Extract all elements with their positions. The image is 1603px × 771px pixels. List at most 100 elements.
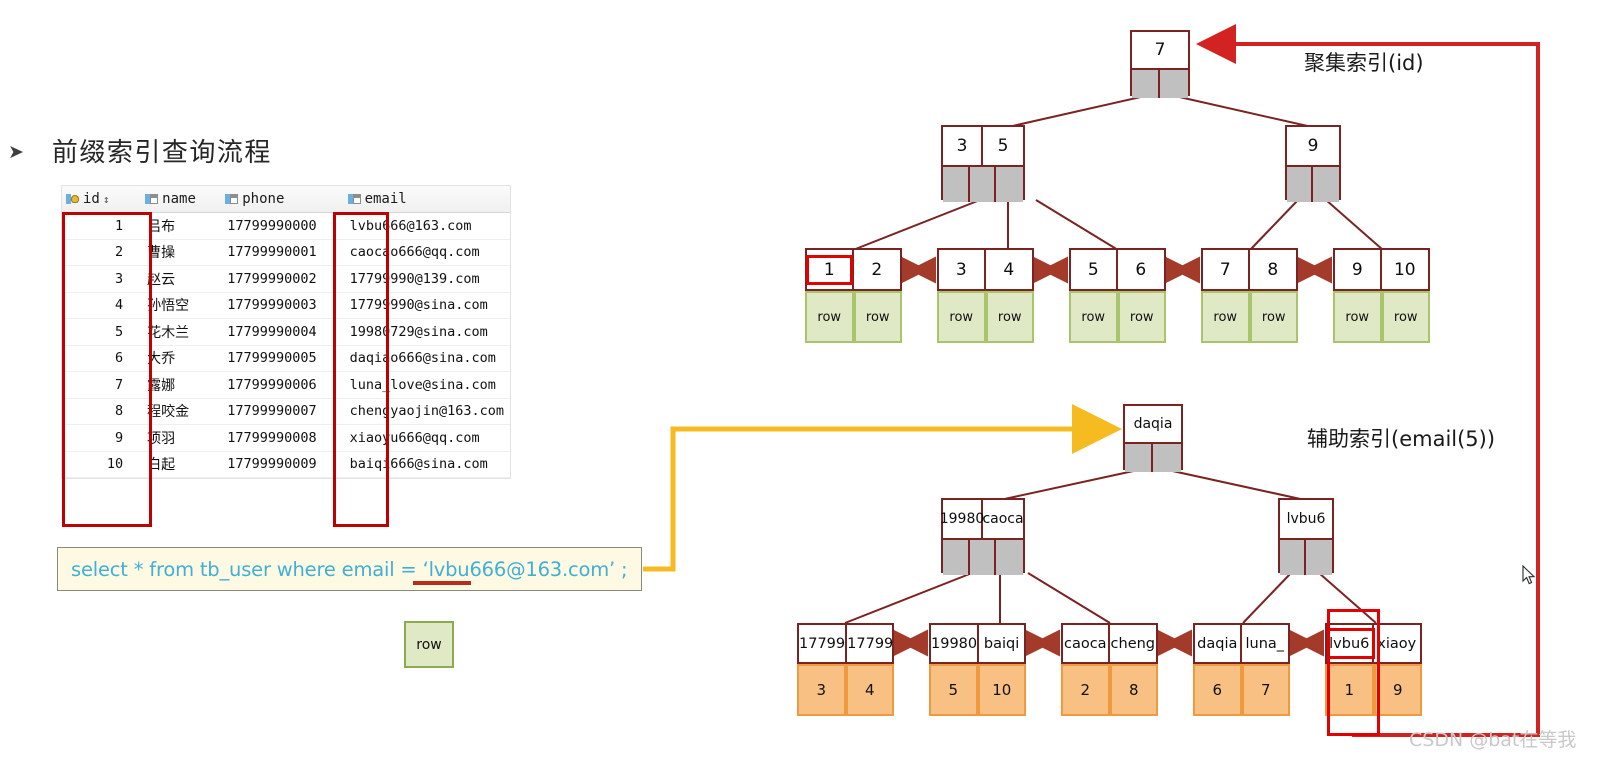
cell-id: 6	[62, 345, 142, 372]
leaf-key: 10	[1393, 259, 1416, 280]
table-row[interactable]: 3 赵云 17799990002 17799990@139.com	[62, 265, 510, 293]
internal-left-keys: 3 5	[943, 127, 1023, 165]
leaf-key: 3	[939, 250, 986, 289]
secondary-leaf-3: daqia luna_ 6 7	[1193, 623, 1290, 716]
cell-id: 7	[62, 371, 142, 399]
clustered-leaf-0: 1 2 row row	[805, 248, 902, 343]
cell-name: 孙悟空	[141, 292, 222, 319]
leaf-key: 17799	[799, 625, 848, 662]
user-data-table: id ↕ name phone email 1 吕布 17799990000 lvbu6…	[62, 186, 510, 478]
standalone-row-box: row	[404, 621, 454, 668]
leaf-rows: 2 8	[1061, 664, 1158, 716]
watermark: CSDN @bat在等我	[1409, 729, 1577, 751]
table-col-email[interactable]: email	[343, 186, 510, 213]
cell-name: 曹操	[141, 239, 222, 266]
cell-name: 吕布	[141, 212, 222, 240]
table-row[interactable]: 8 程咬金 17799990007 chengyaojin@163.com	[62, 398, 510, 425]
table-body: 1 吕布 17799990000 lvbu666@163.com 2 曹操 1779999…	[62, 212, 510, 478]
cell-phone: 17799990008	[221, 424, 344, 452]
table-col-name[interactable]: name	[141, 186, 222, 213]
leaf-keys: 1 2	[805, 248, 902, 291]
leaf-keys: 3 4	[937, 248, 1034, 291]
leaf-keys: 17799 17799	[797, 623, 894, 664]
sql-query-box: select * from tb_user where email = ‘lvb…	[57, 547, 642, 591]
leaf-row-cell: row	[853, 291, 902, 343]
cell-phone: 17799990005	[221, 345, 344, 372]
leaf-key: 1	[807, 250, 854, 289]
column-icon	[347, 193, 361, 205]
cell-id: 4	[62, 292, 142, 319]
cell-name: 项羽	[141, 424, 222, 452]
cell-phone: 17799990001	[221, 239, 344, 266]
leaf-keys: 9 10	[1333, 248, 1430, 291]
clustered-index-label: 聚集索引(id)	[1304, 51, 1424, 75]
leaf-rowid-cell: 4	[845, 664, 894, 716]
table-col-id[interactable]: id ↕	[62, 186, 142, 213]
leaf-row-cell: row	[1249, 291, 1298, 343]
leaf-row-cell: row	[805, 291, 854, 343]
page-title: ➤ 前缀索引查询流程	[8, 132, 272, 169]
leaf-key: caoca	[1063, 625, 1110, 662]
leaf-rowid-cell: 5	[929, 664, 978, 716]
pointer-cell	[1287, 167, 1313, 202]
internal-left-pointers	[943, 165, 1023, 202]
secondary-internal-right-keys: lvbu6	[1280, 500, 1332, 538]
cell-name: 花木兰	[141, 318, 222, 346]
leaf-key: daqia	[1195, 625, 1242, 662]
secondary-leaf-2: caoca cheng 2 8	[1061, 623, 1158, 716]
table-row[interactable]: 4 孙悟空 17799990003 17799990@sina.com	[62, 292, 510, 319]
cell-email: luna_love@sina.com	[343, 371, 510, 399]
table-row[interactable]: 1 吕布 17799990000 lvbu666@163.com	[62, 212, 510, 240]
cell-email: chengyaojin@163.com	[343, 398, 510, 425]
column-icon	[225, 193, 239, 205]
pointer-cell	[996, 540, 1023, 575]
clustered-internal-node-right: 9	[1285, 125, 1341, 202]
secondary-internal-node-left: 19980 caoca	[940, 498, 1025, 575]
secondary-internal-left-keys: 19980 caoca	[940, 500, 1024, 538]
table-row[interactable]: 5 花木兰 17799990004 19980729@sina.com	[62, 318, 510, 346]
query-to-secondary-arrow	[643, 404, 1122, 572]
pointer-cell	[943, 167, 970, 202]
cell-id: 1	[62, 212, 142, 240]
secondary-leaf-0: 17799 17799 3 4	[797, 623, 894, 716]
pointer-cell	[969, 167, 997, 202]
sort-arrow-icon[interactable]: ↕	[103, 193, 110, 206]
page-title-text: 前缀索引查询流程	[51, 138, 272, 168]
leaf-key: 6	[1135, 259, 1147, 280]
secondary-index-label: 辅助索引(email(5))	[1307, 427, 1496, 451]
leaf-key: baiqi	[983, 635, 1020, 652]
cell-email: 17799990@139.com	[343, 265, 510, 293]
leaf-keys: 19980 baiqi	[929, 623, 1026, 664]
pointer-cell	[1125, 444, 1153, 472]
leaf-rows: row row	[1201, 291, 1298, 343]
table-row[interactable]: 7 露娜 17799990006 luna_love@sina.com	[62, 371, 510, 399]
internal-left-key-0: 3	[943, 127, 983, 165]
cell-phone: 17799990000	[221, 212, 344, 240]
leaf-rowid-cell: 9	[1373, 664, 1422, 716]
leaf-key: 7	[1203, 250, 1250, 289]
cell-name: 赵云	[141, 265, 222, 293]
secondary-internal-left-key-1: caoca	[982, 511, 1024, 527]
sql-query-text: select * from tb_user where email = ‘lvb…	[71, 557, 628, 581]
cell-email: xiaoyu666@qq.com	[343, 424, 510, 452]
cell-id: 3	[62, 265, 142, 293]
leaf-row-cell: row	[937, 291, 986, 343]
table-row[interactable]: 6 大乔 17799990005 daqiao666@sina.com	[62, 345, 510, 372]
leaf-rows: row row	[805, 291, 902, 343]
cell-name: 白起	[141, 451, 222, 478]
cell-id: 5	[62, 318, 142, 346]
internal-right-key-0: 9	[1307, 136, 1319, 156]
pointer-cell	[1313, 167, 1339, 202]
table-row[interactable]: 2 曹操 17799990001 caocao666@qq.com	[62, 239, 510, 266]
clustered-leaf-4: 9 10 row row	[1333, 248, 1430, 343]
leaf-key: 19980	[931, 625, 980, 662]
table-row[interactable]: 10 白起 17799990009 baiqi666@sina.com	[62, 451, 510, 478]
table-row[interactable]: 9 项羽 17799990008 xiaoyu666@qq.com	[62, 424, 510, 452]
secondary-leaf-4: lvbu6 xiaoy 1 9	[1325, 623, 1422, 716]
leaf-key: lvbu6	[1327, 625, 1374, 662]
table-col-phone[interactable]: phone	[221, 186, 344, 213]
leaf-rows: row row	[1069, 291, 1166, 343]
table-col-email-label: email	[364, 191, 407, 207]
cell-id: 2	[62, 239, 142, 266]
cell-email: daqiao666@sina.com	[343, 345, 510, 372]
